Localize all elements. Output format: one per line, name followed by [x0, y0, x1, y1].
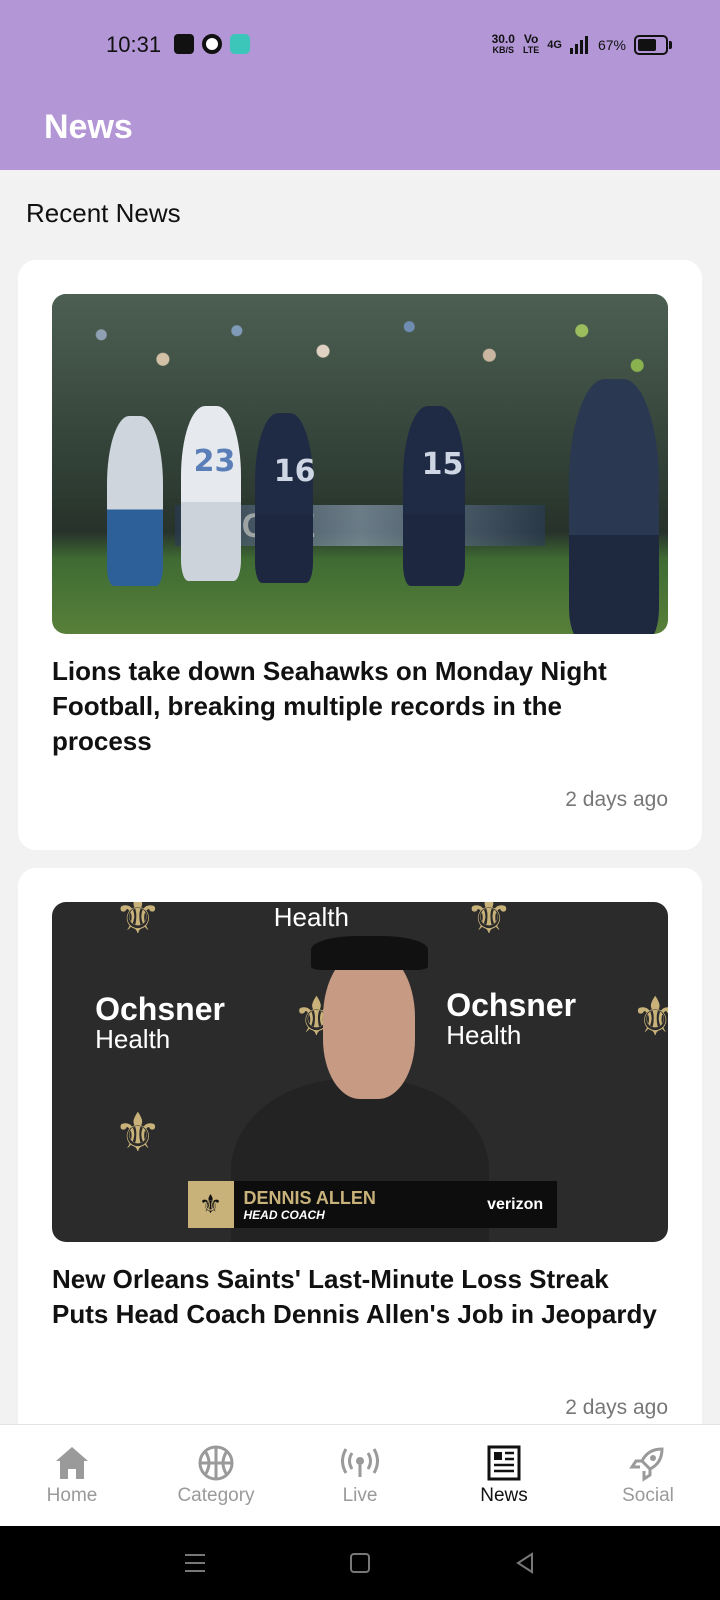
lower-third-role: HEAD COACH — [243, 1207, 325, 1222]
fleur-de-lis-icon: ⚜ — [113, 902, 163, 946]
circle-app-icon — [202, 34, 222, 54]
broadcast-icon — [341, 1448, 379, 1477]
page-title: News — [44, 108, 133, 146]
player — [255, 413, 314, 583]
network-speed: 30.0 KB/S — [491, 32, 515, 56]
sponsor-name: Ochsner — [446, 987, 577, 1024]
chat-app-icon — [230, 34, 250, 54]
newspaper-icon — [487, 1445, 521, 1481]
lower-third: ⚜ DENNIS ALLEN HEAD COACH verizon — [187, 1180, 558, 1229]
network-type: 4G — [547, 39, 562, 51]
back-icon[interactable] — [512, 1550, 538, 1576]
fleur-de-lis-icon: ⚜ — [464, 902, 514, 946]
nav-label: News — [480, 1485, 528, 1506]
notification-icons — [174, 34, 250, 54]
lower-third-name: DENNIS ALLEN — [243, 1187, 376, 1208]
menu-icon[interactable] — [182, 1550, 208, 1576]
system-navigation-bar — [0, 1526, 720, 1600]
news-time: 2 days ago — [565, 1396, 668, 1419]
news-card[interactable]: GRE 23 16 15 Lions take down Seahawks on… — [18, 260, 702, 850]
nav-category[interactable]: Category — [144, 1425, 288, 1527]
sponsor-logo: Ochsner Health — [95, 990, 225, 1054]
nav-social[interactable]: Social — [576, 1425, 720, 1527]
bottom-navigation: Home Category Live News Social — [0, 1424, 720, 1527]
nav-news[interactable]: News — [432, 1425, 576, 1527]
volte-indicator: Vo LTE — [522, 32, 540, 56]
news-headline[interactable]: Lions take down Seahawks on Monday Night… — [52, 654, 668, 759]
sponsor-name: Ochsner — [95, 990, 225, 1027]
lower-third-brand: verizon — [487, 1195, 544, 1213]
battery-icon — [634, 35, 672, 55]
news-image: GRE 23 16 15 — [52, 294, 668, 634]
nav-live[interactable]: Live — [288, 1425, 432, 1527]
coach-head — [323, 949, 416, 1100]
news-headline[interactable]: New Orleans Saints' Last-Minute Loss Str… — [52, 1262, 668, 1332]
sponsor-sub: Health — [446, 1020, 522, 1051]
news-card[interactable]: ⚜ ⚜ ⚜ ⚜ ⚜ Ochsner Health Ochsner Health … — [18, 868, 702, 1468]
news-time: 2 days ago — [565, 788, 668, 811]
status-bar: 10:31 30.0 KB/S Vo LTE 4G 67% — [0, 0, 720, 90]
jersey-number: 15 — [421, 447, 464, 482]
referee — [569, 379, 660, 634]
player — [403, 406, 466, 587]
rocket-icon — [629, 1447, 664, 1482]
status-time: 10:31 — [106, 32, 162, 57]
jersey-number: 23 — [193, 443, 236, 479]
press-conference-photo: ⚜ ⚜ ⚜ ⚜ ⚜ Ochsner Health Ochsner Health … — [52, 902, 668, 1242]
gallery-icon — [174, 34, 194, 54]
app-bar: News — [0, 90, 720, 170]
home-button-icon[interactable] — [347, 1550, 373, 1576]
battery-percent: 67% — [597, 37, 626, 53]
football-photo: GRE 23 16 15 — [52, 294, 668, 634]
basketball-icon — [198, 1445, 234, 1481]
news-image: ⚜ ⚜ ⚜ ⚜ ⚜ Ochsner Health Ochsner Health … — [52, 902, 668, 1242]
sponsor-logo: Ochsner Health — [446, 987, 577, 1051]
player — [107, 416, 164, 587]
nav-label: Live — [342, 1485, 378, 1506]
section-title: Recent News — [26, 198, 181, 228]
network-speed-unit: KB/S — [492, 45, 515, 55]
saints-logo-icon: ⚜ — [187, 1180, 234, 1229]
nav-home[interactable]: Home — [0, 1425, 144, 1527]
network-speed-value: 30.0 — [491, 32, 515, 46]
player — [181, 406, 242, 582]
home-icon — [56, 1447, 88, 1479]
fleur-de-lis-icon: ⚜ — [113, 1103, 163, 1163]
fleur-de-lis-icon: ⚜ — [631, 987, 668, 1048]
nav-label: Category — [177, 1485, 255, 1506]
signal-icon — [569, 36, 588, 54]
status-right: 30.0 KB/S Vo LTE 4G 67% — [491, 32, 672, 56]
sponsor-sub: Health — [95, 1023, 171, 1054]
coach-visor — [310, 936, 428, 970]
nav-label: Social — [622, 1485, 674, 1506]
nav-label: Home — [46, 1485, 98, 1506]
volte-bottom: LTE — [522, 45, 540, 55]
volte-top: Vo — [523, 32, 539, 46]
jersey-number: 16 — [273, 453, 316, 489]
sponsor-sub: Health — [273, 902, 349, 932]
sponsor-logo: Health — [274, 902, 349, 932]
